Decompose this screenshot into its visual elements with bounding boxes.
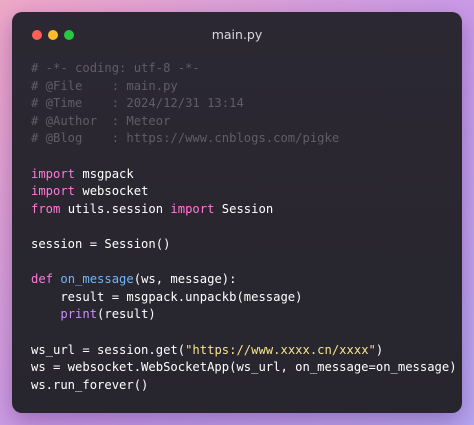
code-line: def on_message(ws, message): <box>31 271 458 289</box>
window-titlebar: main.py <box>12 12 462 58</box>
code-line: ws.run_forever() <box>31 377 458 395</box>
code-token: (ws, message): <box>133 272 237 287</box>
code-token: utils.session <box>60 201 171 216</box>
code-token: ws.run_forever() <box>31 377 149 392</box>
code-block: # -*- coding: utf-8 -*- # @File : main.py… <box>31 60 458 394</box>
code-token: import <box>31 184 76 199</box>
code-token: import <box>31 166 76 181</box>
code-line: from utils.session import Session <box>31 201 458 219</box>
code-line: ws = websocket.WebSocketApp(ws_url, on_m… <box>31 359 458 377</box>
window-title: main.py <box>211 27 263 42</box>
code-line: # @File : main.py <box>31 78 458 96</box>
code-line: # @Time : 2024/12/31 13:14 <box>31 95 458 113</box>
code-token: def <box>31 272 54 287</box>
code-token: import <box>170 201 215 216</box>
code-line: import websocket <box>31 183 458 201</box>
code-line: # @Author : Meteor <box>31 113 458 131</box>
code-token: websocket <box>75 184 149 199</box>
code-token: session = Session() <box>31 236 171 251</box>
code-line: session = Session() <box>31 236 458 254</box>
code-token: ) <box>375 342 384 357</box>
code-token: print <box>60 307 98 322</box>
code-token: # -*- coding: utf-8 -*- <box>31 61 200 75</box>
code-line: ws_url = session.get("https://www.xxxx.c… <box>31 342 458 360</box>
code-token: "https://www.xxxx.cn/xxxx" <box>185 342 376 357</box>
code-token: # @Blog : https://www.cnblogs.com/pigke <box>31 131 340 146</box>
code-line: print(result) <box>31 306 458 324</box>
code-window: main.py # -*- coding: utf-8 -*- # @File :… <box>12 12 462 413</box>
code-line: result = msgpack.unpackb(message) <box>31 289 458 307</box>
code-token: ws_url = session.get( <box>31 342 186 357</box>
code-token: Session <box>214 201 274 216</box>
code-token: ws = websocket.WebSocketApp(ws_url, on_m… <box>31 360 457 375</box>
code-token: result = msgpack.unpackb(message) <box>31 289 303 304</box>
code-token: # @Author : Meteor <box>31 113 171 128</box>
code-token: on_message <box>60 272 134 287</box>
code-token: # @Time : 2024/12/31 13:14 <box>31 96 244 111</box>
code-token: msgpack <box>75 166 134 181</box>
code-token: # @File : main.py <box>31 78 178 93</box>
code-line: # @Blog : https://www.cnblogs.com/pigke <box>31 130 458 148</box>
code-token: from <box>31 201 61 216</box>
code-token: (result) <box>97 307 156 322</box>
code-line: # -*- coding: utf-8 -*- <box>31 60 458 78</box>
code-line: import msgpack <box>31 166 458 184</box>
